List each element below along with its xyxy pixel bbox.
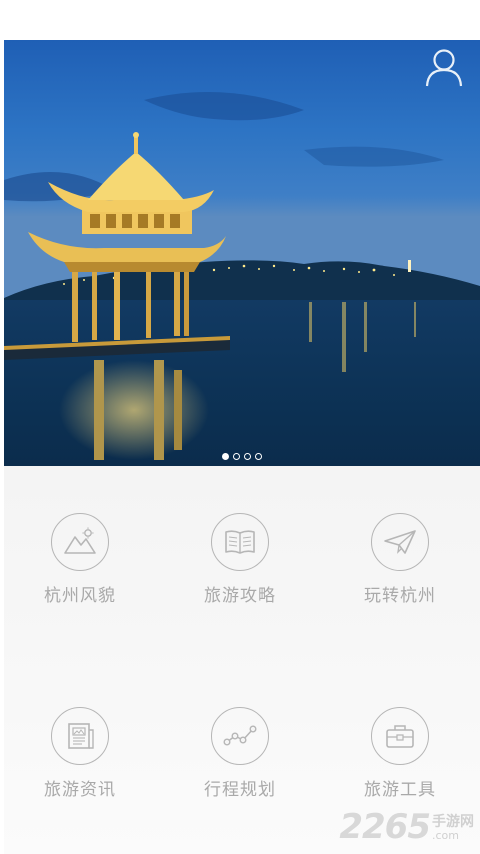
carousel-dot[interactable] (233, 453, 240, 460)
feature-menu: 杭州风貌 旅游攻略 玩转杭州 旅游资讯 行程规划 旅游工具 2265 手游网 .… (4, 466, 480, 854)
hero-banner[interactable] (4, 40, 480, 466)
paper-plane-icon (371, 513, 429, 571)
menu-item-travel-guide[interactable]: 旅游攻略 (170, 513, 310, 607)
menu-item-label: 旅游资讯 (44, 780, 116, 800)
carousel-indicator (4, 453, 480, 460)
menu-item-label: 行程规划 (204, 780, 276, 800)
site-watermark: 2265 手游网 .com (339, 810, 474, 844)
menu-item-label: 旅游工具 (364, 780, 436, 800)
newspaper-icon (51, 707, 109, 765)
menu-item-travel-tools[interactable]: 旅游工具 (330, 707, 470, 801)
user-profile-button[interactable] (424, 46, 464, 88)
menu-item-label: 杭州风貌 (44, 586, 116, 606)
carousel-dot[interactable] (244, 453, 251, 460)
menu-item-label: 旅游攻略 (204, 586, 276, 606)
menu-item-travel-news[interactable]: 旅游资讯 (10, 707, 150, 801)
book-icon (211, 513, 269, 571)
watermark-domain: .com (432, 829, 459, 842)
watermark-number: 2265 (339, 807, 431, 847)
menu-item-explore-hangzhou[interactable]: 玩转杭州 (330, 513, 470, 607)
scenery-icon (51, 513, 109, 571)
carousel-dot[interactable] (255, 453, 262, 460)
route-icon (211, 707, 269, 765)
menu-item-hangzhou-scenery[interactable]: 杭州风貌 (10, 513, 150, 607)
user-icon (425, 49, 463, 87)
menu-item-label: 玩转杭州 (364, 586, 436, 606)
carousel-dot-active[interactable] (222, 453, 229, 460)
watermark-cn: 手游网 (432, 814, 474, 830)
toolbox-icon (371, 707, 429, 765)
menu-item-itinerary-planning[interactable]: 行程规划 (170, 707, 310, 801)
hero-image (4, 40, 480, 466)
